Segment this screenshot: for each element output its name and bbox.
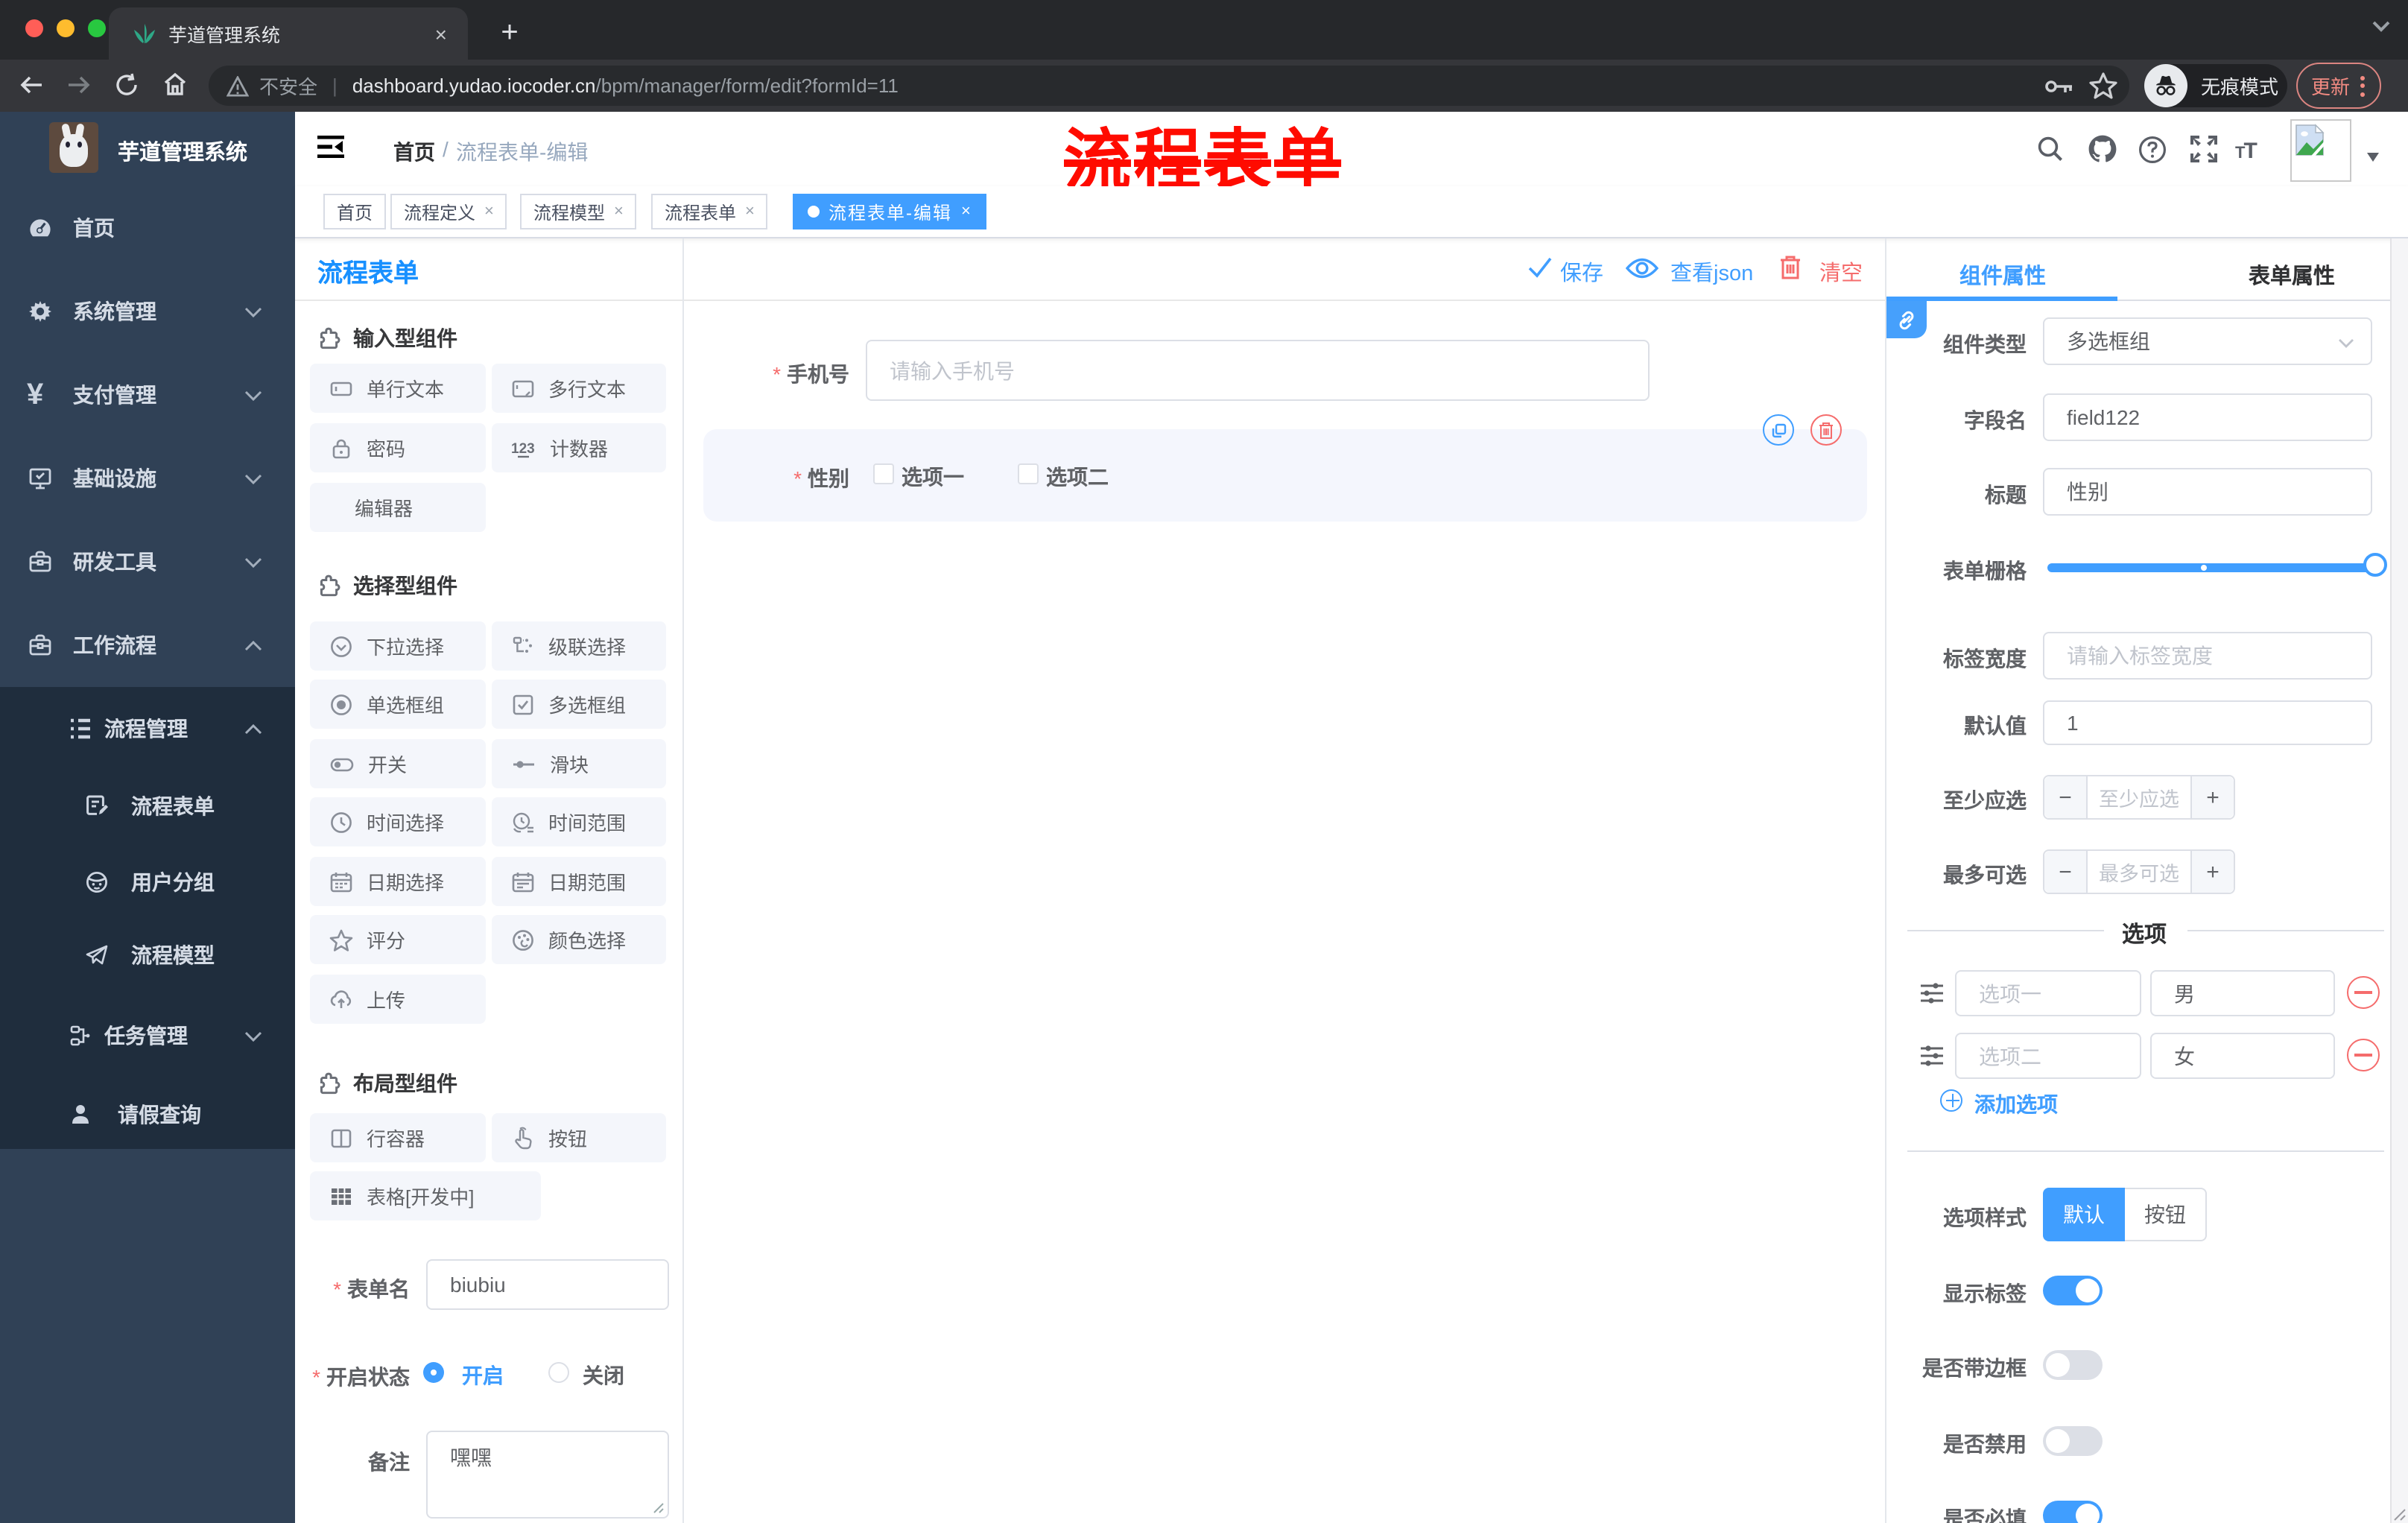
svg-text:123: 123 xyxy=(511,440,535,456)
